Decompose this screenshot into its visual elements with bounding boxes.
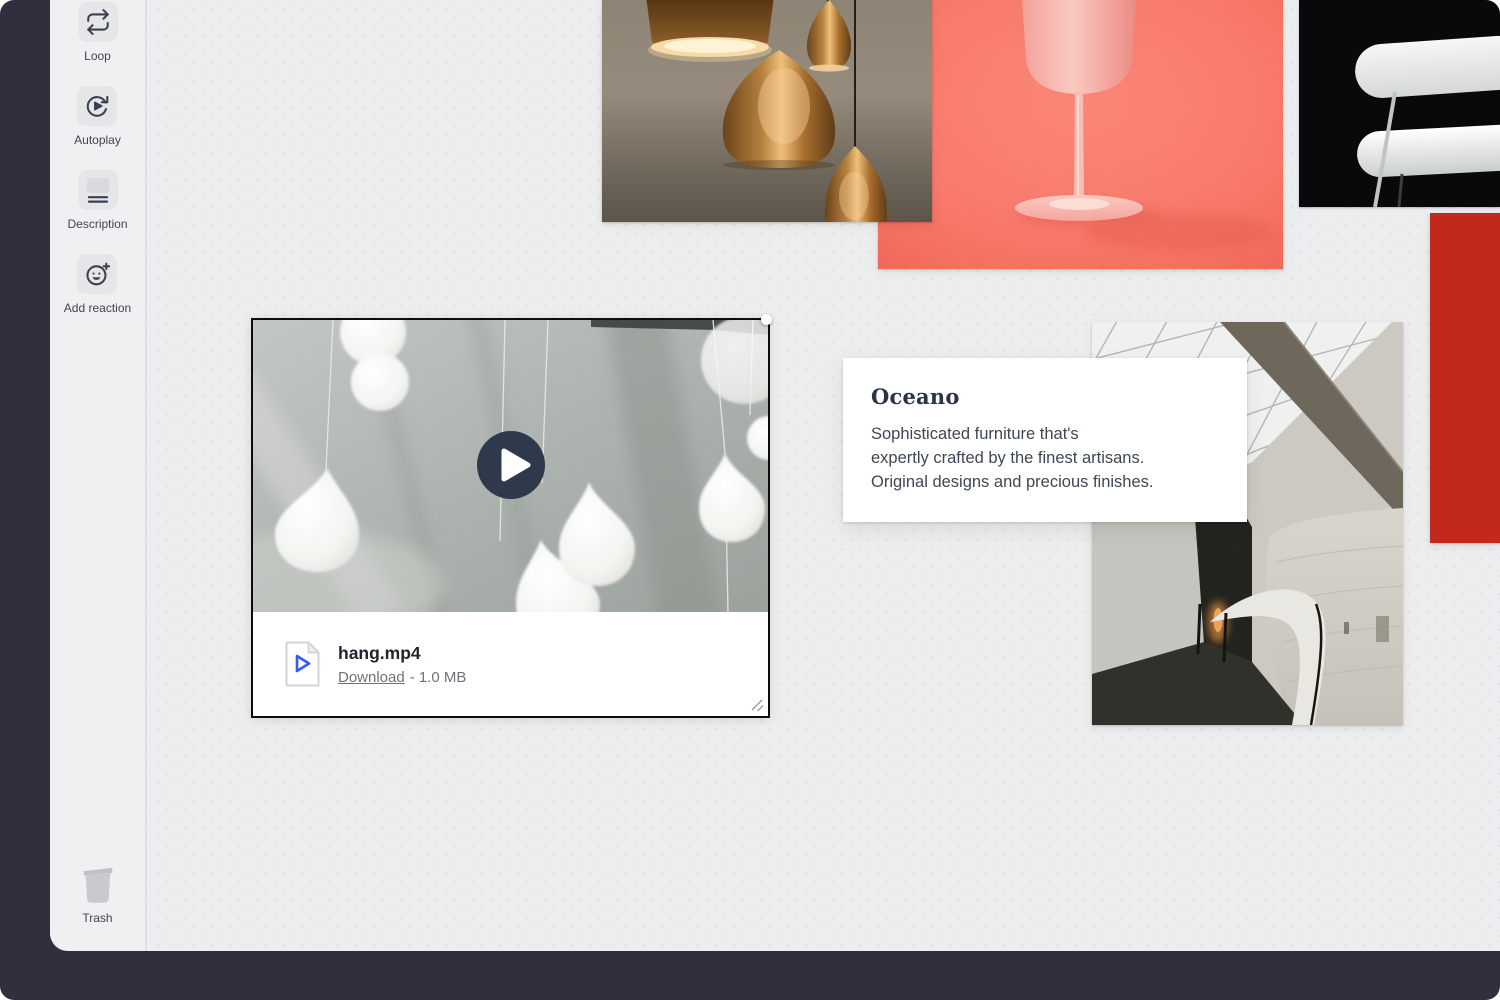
play-button[interactable] xyxy=(476,430,546,500)
tool-label: Loop xyxy=(84,49,111,63)
image-card-pendant-lamps[interactable] xyxy=(602,0,932,222)
tool-loop[interactable]: Loop xyxy=(78,2,118,63)
toolbar-sidebar: Loop Autoplay xyxy=(50,0,147,951)
image-card-white-chair[interactable] xyxy=(1299,0,1500,207)
video-meta: Download - 1.0 MB xyxy=(338,669,466,686)
tool-list: Loop Autoplay xyxy=(50,2,145,338)
description-icon xyxy=(84,176,112,204)
image-card-pink-goblet[interactable] xyxy=(878,0,1283,269)
autoplay-button[interactable] xyxy=(77,86,117,126)
white-chair-illustration xyxy=(1299,0,1500,207)
file-text: hang.mp4 Download - 1.0 MB xyxy=(338,642,466,686)
pendant-lamps-illustration xyxy=(602,0,932,222)
description-button[interactable] xyxy=(78,170,118,210)
autoplay-icon xyxy=(84,93,110,119)
trash-label: Trash xyxy=(82,911,112,925)
tool-description[interactable]: Description xyxy=(67,170,127,231)
tool-label: Autoplay xyxy=(74,133,121,147)
trash-dropzone[interactable]: Trash xyxy=(50,863,145,925)
tool-autoplay[interactable]: Autoplay xyxy=(74,86,121,147)
resize-handle[interactable] xyxy=(749,697,765,713)
note-card-oceano[interactable]: Oceano Sophisticated furniture that's ex… xyxy=(843,358,1247,522)
trash-icon xyxy=(79,863,117,905)
app-window: Loop Autoplay xyxy=(50,0,1500,951)
image-card-red-block[interactable] xyxy=(1430,213,1500,543)
video-card[interactable]: hang.mp4 Download - 1.0 MB xyxy=(251,318,770,718)
note-body: Sophisticated furniture that's expertly … xyxy=(871,422,1219,494)
video-file-info: hang.mp4 Download - 1.0 MB xyxy=(253,612,768,716)
loop-icon xyxy=(85,9,111,35)
pink-goblet-illustration xyxy=(878,0,1283,269)
note-title: Oceano xyxy=(871,384,1219,409)
tool-label: Description xyxy=(67,217,127,231)
tool-add-reaction[interactable]: Add reaction xyxy=(64,254,131,315)
video-filename: hang.mp4 xyxy=(338,642,466,664)
tool-label: Add reaction xyxy=(64,301,131,315)
video-file-icon xyxy=(284,640,321,688)
moodboard-canvas[interactable]: Oceano Sophisticated furniture that's ex… xyxy=(149,0,1500,951)
file-size: - 1.0 MB xyxy=(410,669,467,686)
video-thumbnail[interactable] xyxy=(253,320,768,612)
download-link[interactable]: Download xyxy=(338,669,405,686)
play-icon xyxy=(476,430,546,500)
loop-button[interactable] xyxy=(78,2,118,42)
selection-handle[interactable] xyxy=(761,314,772,325)
app-screenshot: Loop Autoplay xyxy=(0,0,1500,1000)
add-reaction-button[interactable] xyxy=(77,254,117,294)
add-reaction-icon xyxy=(84,261,110,287)
